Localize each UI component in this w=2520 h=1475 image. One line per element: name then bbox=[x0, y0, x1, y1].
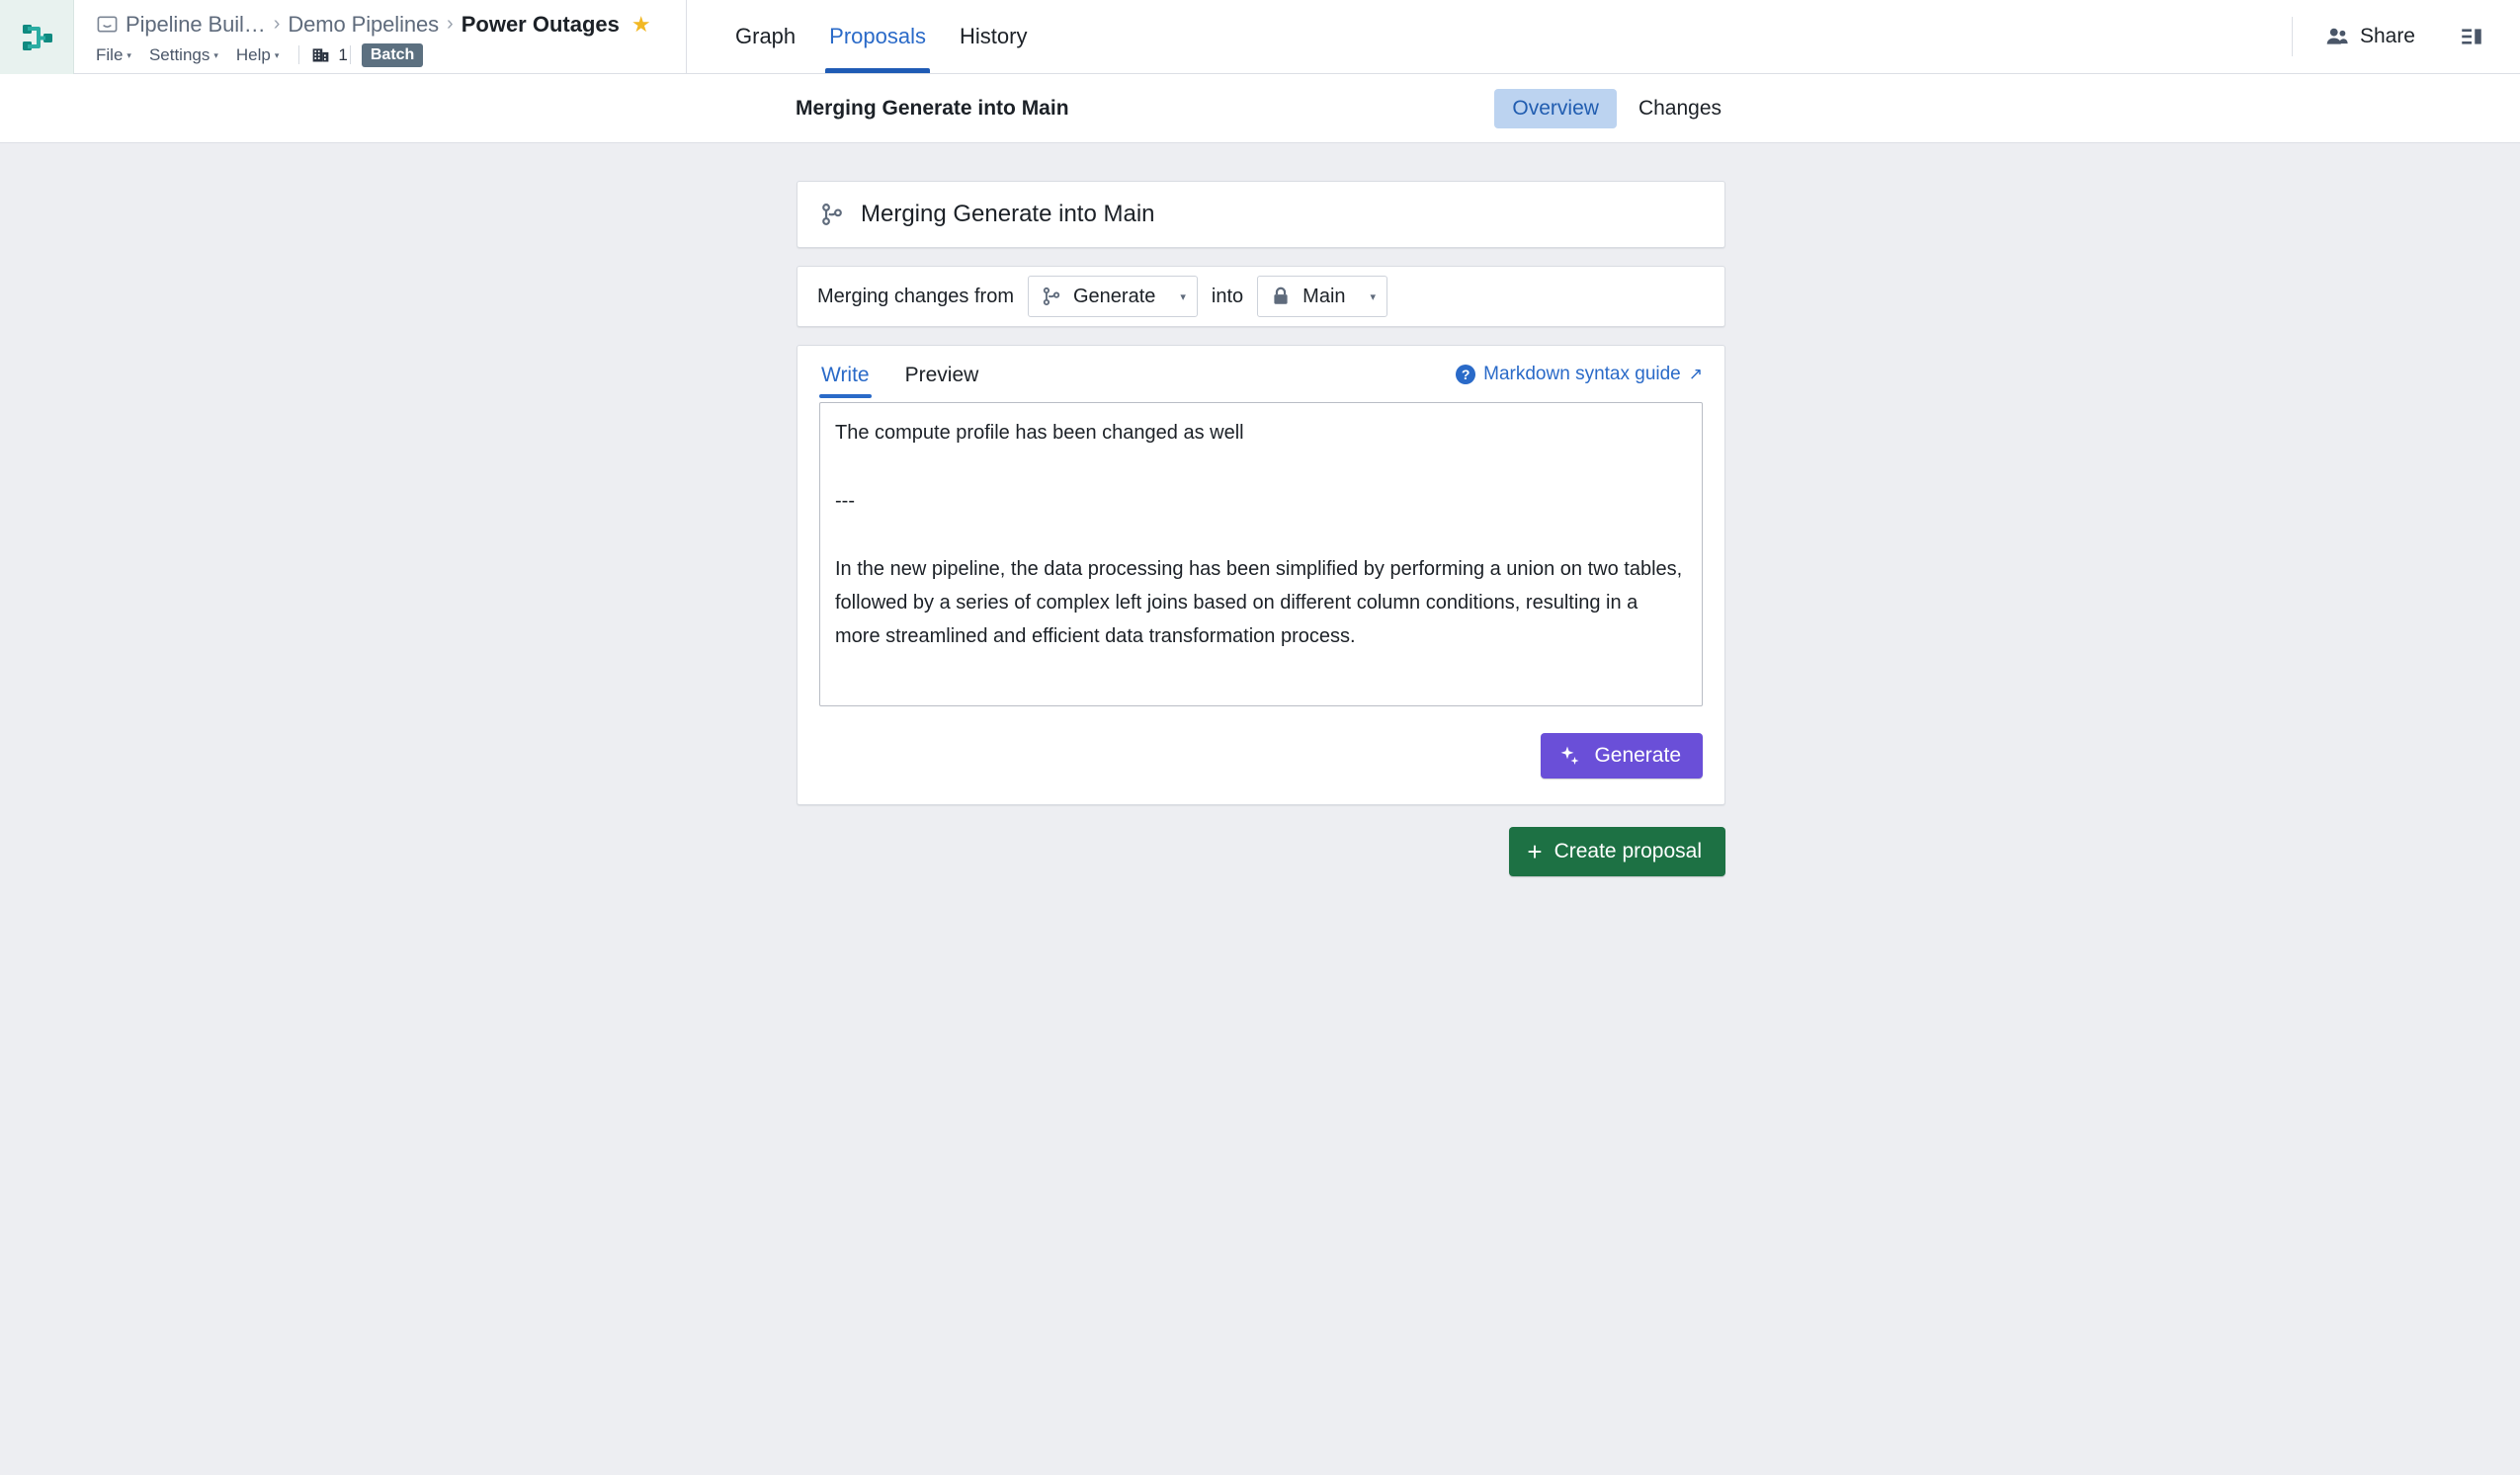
create-proposal-row: + Create proposal bbox=[797, 827, 1725, 876]
description-textarea[interactable] bbox=[819, 402, 1703, 706]
chevron-down-icon: ▾ bbox=[126, 49, 131, 60]
source-branch-select[interactable]: Generate ▾ bbox=[1027, 276, 1198, 317]
tab-graph[interactable]: Graph bbox=[718, 0, 812, 73]
editor-tab-bar: Write Preview ? Markdown syntax guide ↗ bbox=[798, 346, 1724, 398]
main-content: Merging Generate into Main Merging chang… bbox=[0, 143, 2520, 876]
breadcrumb-separator: › bbox=[447, 13, 454, 35]
batch-badge[interactable]: Batch bbox=[361, 42, 424, 67]
menu-settings-label: Settings bbox=[148, 44, 210, 64]
proposal-title-value: Merging Generate into Main bbox=[861, 201, 1155, 227]
create-proposal-button[interactable]: + Create proposal bbox=[1509, 827, 1725, 876]
app-header: Pipeline Buil… › Demo Pipelines › Power … bbox=[0, 0, 2520, 74]
panel-toggle-button[interactable] bbox=[2447, 18, 2496, 55]
tab-history[interactable]: History bbox=[943, 0, 1044, 73]
view-segmented-control: Overview Changes bbox=[1494, 88, 1739, 128]
proposal-subheader: Merging Generate into Main Overview Chan… bbox=[0, 74, 2520, 143]
menu-help[interactable]: Help ▾ bbox=[236, 43, 289, 67]
merge-joiner-label: into bbox=[1211, 285, 1244, 307]
app-logo[interactable] bbox=[0, 0, 74, 74]
proposal-form-column: Merging Generate into Main Merging chang… bbox=[797, 181, 1725, 876]
header-actions: Share bbox=[2291, 0, 2520, 73]
tab-preview[interactable]: Preview bbox=[903, 360, 981, 398]
breadcrumb-and-menus: Pipeline Buil… › Demo Pipelines › Power … bbox=[74, 0, 687, 73]
sparkles-icon bbox=[1561, 746, 1579, 765]
external-link-icon: ↗ bbox=[1688, 364, 1703, 383]
org-count: 1 bbox=[338, 44, 348, 64]
plus-icon: + bbox=[1527, 837, 1543, 866]
breadcrumb-item-1[interactable]: Demo Pipelines bbox=[288, 12, 439, 38]
chevron-down-icon: ▾ bbox=[213, 49, 218, 60]
create-proposal-label: Create proposal bbox=[1554, 840, 1702, 862]
divider bbox=[2291, 17, 2293, 56]
generate-button[interactable]: Generate bbox=[1541, 733, 1703, 778]
pipeline-node-logo-icon bbox=[23, 24, 52, 50]
org-indicator[interactable]: 1 bbox=[310, 44, 348, 65]
help-icon: ? bbox=[1456, 364, 1476, 384]
menu-bar: File ▾ Settings ▾ Help ▾ 1 Batch bbox=[96, 41, 670, 70]
chevron-down-icon: ▾ bbox=[1180, 290, 1186, 303]
branch-merge-row: Merging changes from Generate ▾ into Mai… bbox=[797, 266, 1725, 327]
git-branch-icon bbox=[1043, 287, 1060, 306]
people-icon bbox=[2326, 28, 2348, 44]
favorite-star-icon[interactable]: ★ bbox=[631, 12, 651, 38]
share-label: Share bbox=[2359, 25, 2415, 47]
generate-button-label: Generate bbox=[1594, 744, 1681, 767]
target-branch-select[interactable]: Main ▾ bbox=[1257, 276, 1388, 317]
chevron-down-icon: ▾ bbox=[1370, 290, 1377, 303]
main-nav-tabs: Graph Proposals History bbox=[687, 0, 1044, 73]
description-editor-card: Write Preview ? Markdown syntax guide ↗ bbox=[797, 345, 1725, 805]
folder-icon bbox=[96, 13, 119, 36]
breadcrumb-item-0[interactable]: Pipeline Buil… bbox=[126, 12, 266, 38]
header-spacer bbox=[1044, 0, 2292, 73]
page-title: Power Outages bbox=[461, 11, 620, 37]
markdown-syntax-guide-link[interactable]: ? Markdown syntax guide ↗ bbox=[1456, 364, 1703, 395]
subheader-title: Merging Generate into Main bbox=[796, 96, 1069, 120]
source-branch-name: Generate bbox=[1072, 285, 1156, 307]
breadcrumb-separator: › bbox=[273, 13, 281, 35]
breadcrumb: Pipeline Buil… › Demo Pipelines › Power … bbox=[96, 8, 670, 41]
segment-changes[interactable]: Changes bbox=[1621, 89, 1739, 128]
menu-settings[interactable]: Settings ▾ bbox=[149, 43, 227, 67]
menu-file-label: File bbox=[96, 44, 124, 64]
segment-overview[interactable]: Overview bbox=[1494, 88, 1617, 128]
chevron-down-icon: ▾ bbox=[274, 49, 280, 60]
lock-icon bbox=[1274, 287, 1288, 304]
markdown-link-label: Markdown syntax guide bbox=[1483, 363, 1681, 384]
divider bbox=[298, 45, 300, 64]
menu-help-label: Help bbox=[235, 44, 271, 64]
merge-prefix-label: Merging changes from bbox=[817, 285, 1014, 307]
menu-file[interactable]: File ▾ bbox=[96, 43, 140, 67]
divider bbox=[349, 45, 351, 64]
right-panel-icon bbox=[2462, 29, 2481, 44]
building-icon bbox=[313, 48, 329, 62]
description-input-wrapper bbox=[798, 398, 1724, 711]
tab-write[interactable]: Write bbox=[819, 360, 872, 398]
tab-proposals[interactable]: Proposals bbox=[812, 0, 943, 73]
target-branch-name: Main bbox=[1302, 285, 1346, 307]
proposal-title-field[interactable]: Merging Generate into Main bbox=[797, 181, 1725, 248]
share-button[interactable]: Share bbox=[2314, 18, 2425, 55]
git-branch-icon bbox=[822, 204, 842, 225]
generate-row: Generate bbox=[798, 711, 1724, 804]
